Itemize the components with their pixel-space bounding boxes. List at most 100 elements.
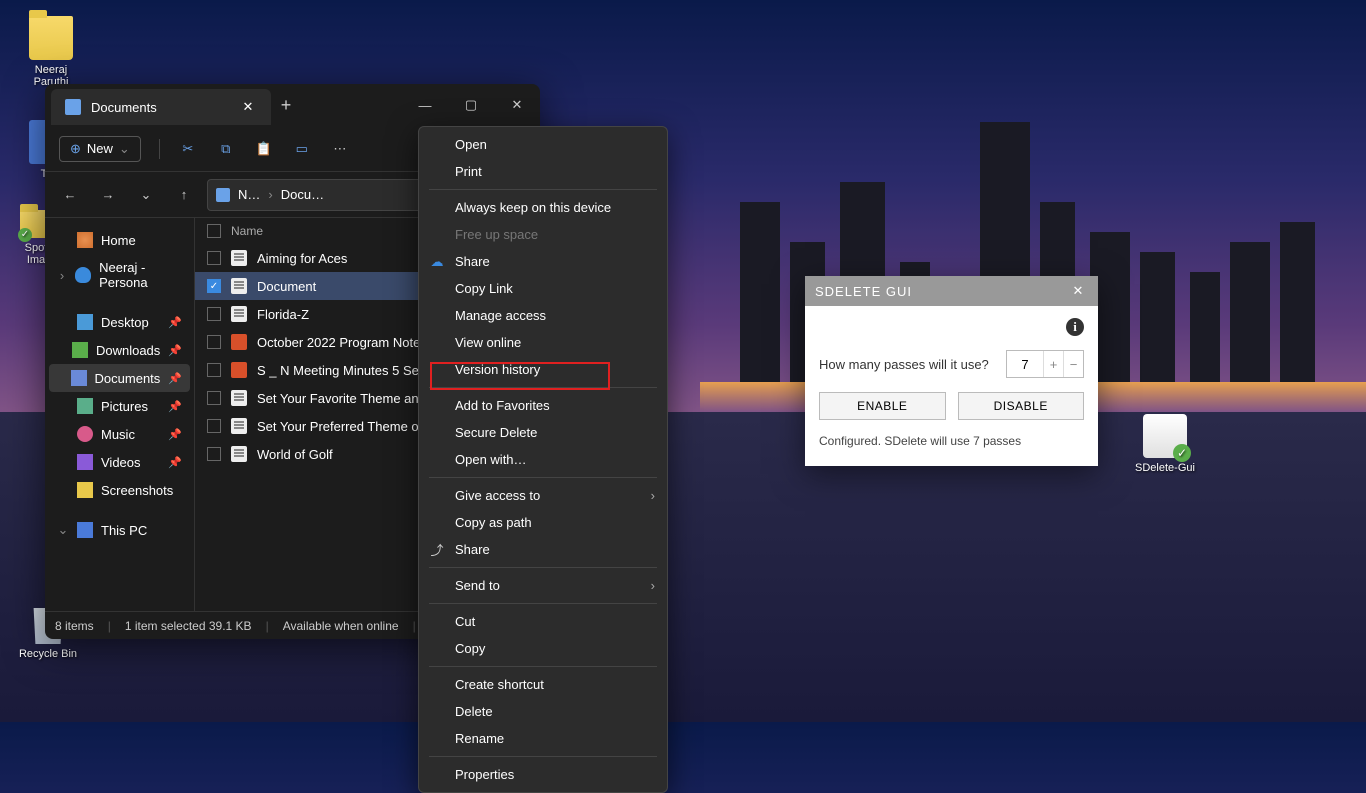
more-icon[interactable]: ⋯ <box>330 139 350 159</box>
nav-screenshots[interactable]: Screenshots <box>49 476 190 504</box>
titlebar[interactable]: Documents ✕ + — ▢ ✕ <box>45 84 540 126</box>
disable-button[interactable]: DISABLE <box>958 392 1085 420</box>
ctx-cut[interactable]: Cut <box>419 608 667 635</box>
new-button[interactable]: ⊕ New ⌄ <box>59 136 141 162</box>
ctx-view-online[interactable]: View online <box>419 329 667 356</box>
file-icon <box>231 334 247 350</box>
ctx-copy-link[interactable]: Copy Link <box>419 275 667 302</box>
ctx-print[interactable]: Print <box>419 158 667 185</box>
increment-button[interactable]: + <box>1043 351 1063 377</box>
ctx-version-history[interactable]: Version history <box>419 356 667 383</box>
copy-icon[interactable]: ⧉ <box>216 139 236 159</box>
separator <box>429 666 657 667</box>
nav-label: Screenshots <box>101 483 173 498</box>
checkbox[interactable] <box>207 391 221 405</box>
decrement-button[interactable]: − <box>1063 351 1083 377</box>
ctx-manage-access[interactable]: Manage access <box>419 302 667 329</box>
explorer-tab[interactable]: Documents ✕ <box>51 89 271 125</box>
sdelete-titlebar[interactable]: SDELETE GUI ✕ <box>805 276 1098 306</box>
ctx-open[interactable]: Open <box>419 131 667 158</box>
checkbox[interactable] <box>207 279 221 293</box>
close-tab-button[interactable]: ✕ <box>239 98 257 116</box>
nav-videos[interactable]: Videos📌 <box>49 448 190 476</box>
separator <box>429 189 657 190</box>
file-name: Set Your Preferred Theme on Wi <box>257 419 445 434</box>
tab-title: Documents <box>91 100 157 115</box>
ctx-copy-path[interactable]: Copy as path <box>419 509 667 536</box>
sdelete-app-icon <box>1143 414 1187 458</box>
column-name[interactable]: Name <box>231 224 263 238</box>
file-name: Document <box>257 279 316 294</box>
separator <box>159 139 160 159</box>
back-button[interactable]: ← <box>55 180 85 210</box>
nav-home[interactable]: Home <box>49 226 190 254</box>
nav-pictures[interactable]: Pictures📌 <box>49 392 190 420</box>
forward-button[interactable]: → <box>93 180 123 210</box>
nav-pane: Home › Neeraj - Persona Desktop📌 Download… <box>45 218 195 611</box>
checkbox[interactable] <box>207 335 221 349</box>
chevron-down-icon[interactable]: ⌄ <box>57 522 69 538</box>
ctx-properties[interactable]: Properties <box>419 761 667 788</box>
desktop-folder-neeraj[interactable]: Neeraj Paruthi <box>16 16 86 88</box>
close-button[interactable]: ✕ <box>494 84 540 126</box>
ctx-send-to[interactable]: Send to› <box>419 572 667 599</box>
checkbox[interactable] <box>207 447 221 461</box>
recent-button[interactable]: ⌄ <box>131 180 161 210</box>
ctx-always-keep[interactable]: Always keep on this device <box>419 194 667 221</box>
ctx-secure-delete[interactable]: Secure Delete <box>419 419 667 446</box>
breadcrumb-segment[interactable]: N… <box>238 187 260 202</box>
select-all-checkbox[interactable] <box>207 224 221 238</box>
ctx-create-shortcut[interactable]: Create shortcut <box>419 671 667 698</box>
checkbox[interactable] <box>207 251 221 265</box>
nav-desktop[interactable]: Desktop📌 <box>49 308 190 336</box>
passes-input[interactable] <box>1007 353 1043 376</box>
file-icon <box>231 306 247 322</box>
file-icon <box>231 250 247 266</box>
sdelete-title: SDELETE GUI <box>815 284 912 299</box>
status-item-count: 8 items <box>55 619 94 633</box>
breadcrumb-segment[interactable]: Docu… <box>281 187 324 202</box>
separator: | <box>108 619 111 633</box>
ctx-rename[interactable]: Rename <box>419 725 667 752</box>
pin-icon: 📌 <box>168 372 182 385</box>
new-tab-button[interactable]: + <box>271 95 301 116</box>
checkbox[interactable] <box>207 307 221 321</box>
sdelete-window: SDELETE GUI ✕ i How many passes will it … <box>805 276 1098 466</box>
ctx-share[interactable]: ⤴Share <box>419 536 667 563</box>
ctx-share-onedrive[interactable]: ☁Share <box>419 248 667 275</box>
nav-label: Pictures <box>101 399 148 414</box>
ctx-give-access[interactable]: Give access to› <box>419 482 667 509</box>
file-name: Florida-Z <box>257 307 309 322</box>
chevron-right-icon[interactable]: › <box>57 268 67 283</box>
ctx-copy[interactable]: Copy <box>419 635 667 662</box>
up-button[interactable]: ↑ <box>169 180 199 210</box>
nav-downloads[interactable]: Downloads📌 <box>49 336 190 364</box>
nav-music[interactable]: Music📌 <box>49 420 190 448</box>
music-icon <box>77 426 93 442</box>
nav-label: Neeraj - Persona <box>99 260 182 290</box>
paste-icon[interactable]: 📋 <box>254 139 274 159</box>
checkbox[interactable] <box>207 419 221 433</box>
status-availability: Available when online <box>283 619 399 633</box>
nav-thispc[interactable]: ⌄This PC <box>49 516 190 544</box>
file-name: October 2022 Program Notes <box>257 335 427 350</box>
minimize-button[interactable]: — <box>402 84 448 126</box>
enable-button[interactable]: ENABLE <box>819 392 946 420</box>
rename-icon[interactable]: ▭ <box>292 139 312 159</box>
folder-icon <box>77 482 93 498</box>
desktop-icon-sdelete[interactable]: SDelete-Gui <box>1130 414 1200 474</box>
new-button-label: New <box>87 141 113 156</box>
ctx-add-favorites[interactable]: Add to Favorites <box>419 392 667 419</box>
close-button[interactable]: ✕ <box>1068 283 1088 299</box>
nav-onedrive[interactable]: › Neeraj - Persona <box>49 254 190 296</box>
cut-icon[interactable]: ✂ <box>178 139 198 159</box>
ctx-open-with[interactable]: Open with… <box>419 446 667 473</box>
file-icon <box>231 446 247 462</box>
nav-documents[interactable]: Documents📌 <box>49 364 190 392</box>
checkbox[interactable] <box>207 363 221 377</box>
ctx-delete[interactable]: Delete <box>419 698 667 725</box>
maximize-button[interactable]: ▢ <box>448 84 494 126</box>
info-icon[interactable]: i <box>1066 318 1084 336</box>
passes-label: How many passes will it use? <box>819 357 989 372</box>
nav-label: Downloads <box>96 343 160 358</box>
